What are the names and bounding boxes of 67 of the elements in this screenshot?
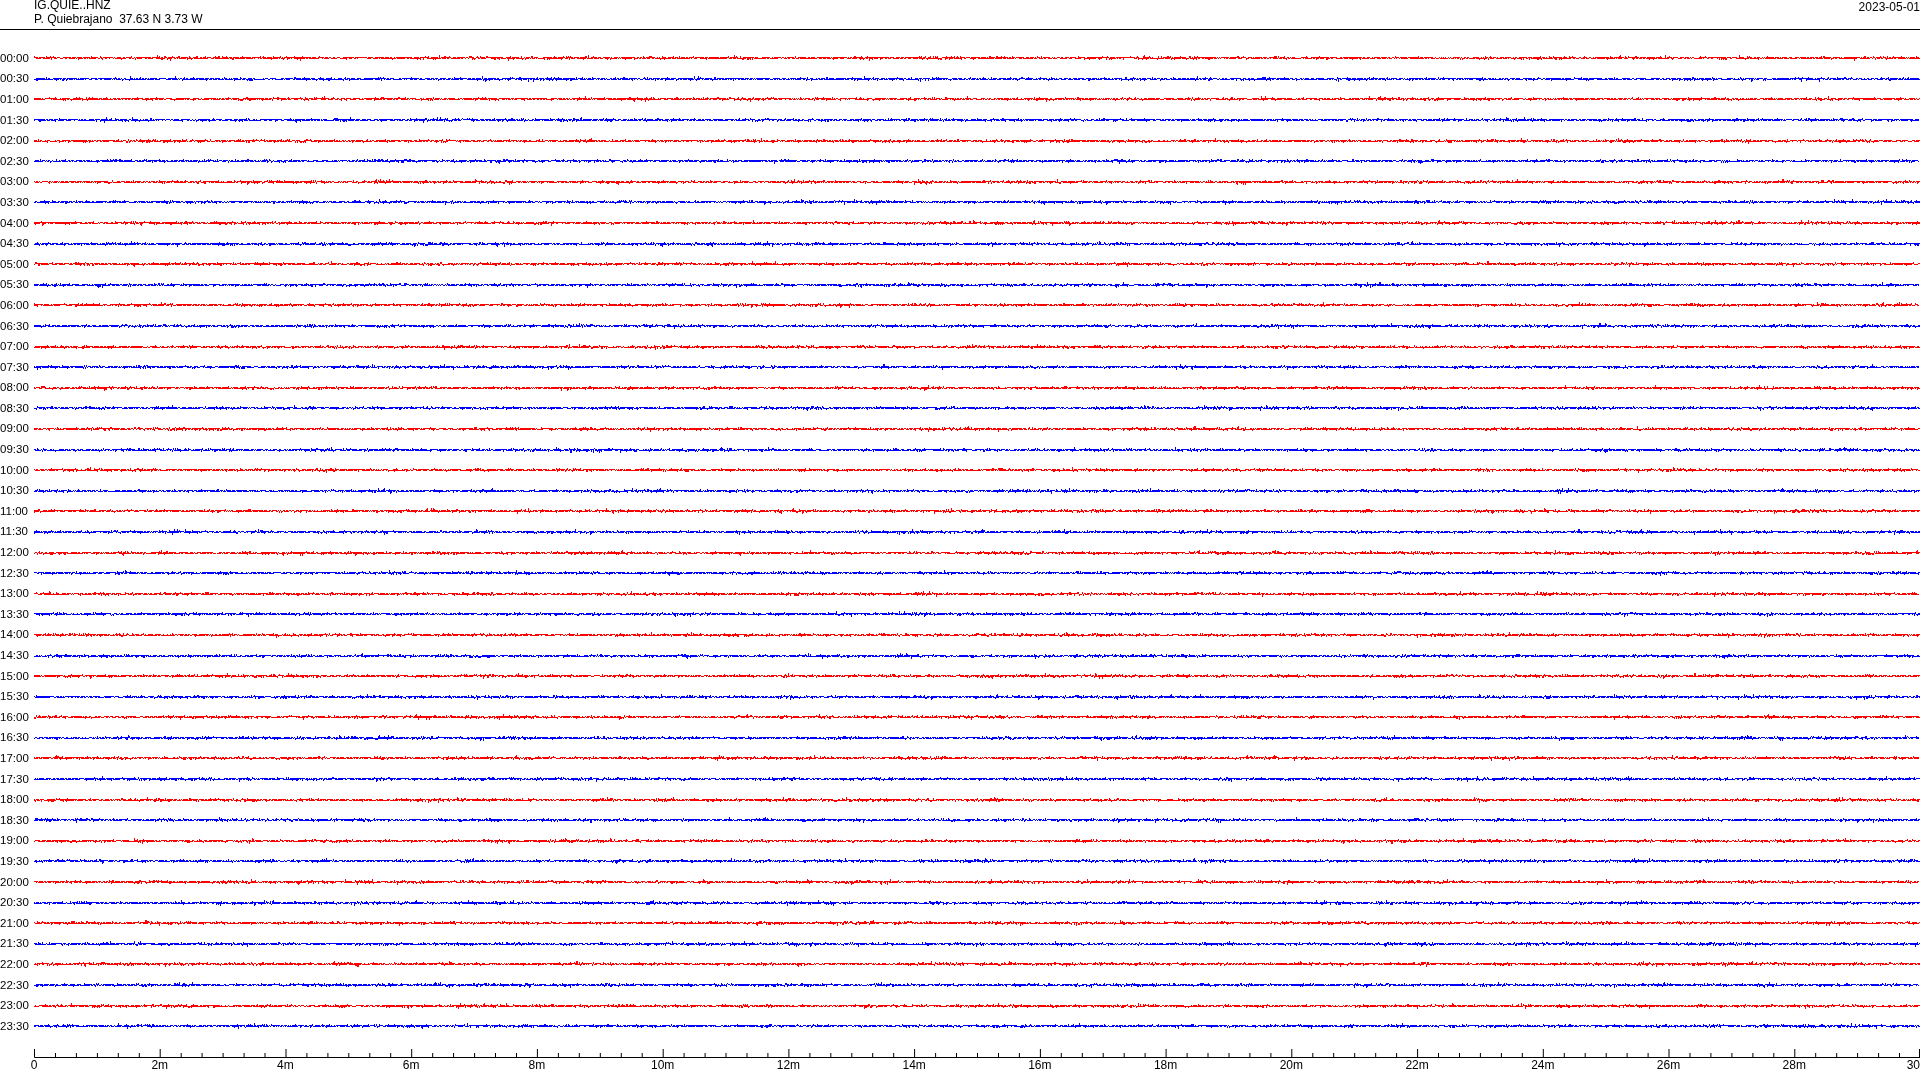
time-label: 21:30 <box>0 937 30 951</box>
axis-label: 8m <box>528 1058 546 1072</box>
axis-label: 6m <box>402 1058 420 1072</box>
time-label: 14:00 <box>0 628 30 642</box>
time-label: 13:00 <box>0 587 30 601</box>
axis-label: 14m <box>902 1058 926 1072</box>
time-label: 00:30 <box>0 72 30 86</box>
time-label: 19:30 <box>0 854 30 868</box>
time-label: 03:00 <box>0 175 30 189</box>
time-label: 15:00 <box>0 669 30 683</box>
time-label: 06:00 <box>0 298 30 312</box>
time-label: 09:00 <box>0 422 30 436</box>
axis-label: 18m <box>1153 1058 1178 1072</box>
time-label: 17:30 <box>0 772 30 786</box>
time-label: 22:30 <box>0 978 30 992</box>
axis-label: 24m <box>1531 1058 1555 1072</box>
axis-label: 30 <box>1906 1058 1920 1072</box>
station-code: IG.QUIE..HNZ <box>34 0 112 12</box>
time-label: 18:00 <box>0 793 30 807</box>
time-label: 00:00 <box>0 51 30 65</box>
time-label: 12:00 <box>0 546 30 560</box>
axis-label: 10m <box>651 1058 675 1072</box>
time-label: 07:00 <box>0 340 30 354</box>
time-label: 11:30 <box>0 525 29 539</box>
time-label: 06:30 <box>0 319 30 333</box>
time-label: 12:30 <box>0 566 30 580</box>
time-label: 01:30 <box>0 113 30 127</box>
axis-label: 12m <box>776 1058 801 1072</box>
axis-label: 28m <box>1782 1058 1806 1072</box>
axis-label: 22m <box>1405 1058 1429 1072</box>
axis-label: 2m <box>151 1058 169 1072</box>
time-label: 07:30 <box>0 360 30 374</box>
time-label: 04:00 <box>0 216 30 230</box>
plot-date: 2023-05-01 <box>1858 0 1920 16</box>
time-label: 10:00 <box>0 463 30 477</box>
time-label: 08:00 <box>0 381 30 395</box>
axis-label: 20m <box>1279 1058 1303 1072</box>
time-label: 01:00 <box>0 93 30 106</box>
time-label: 19:00 <box>0 834 30 848</box>
time-label: 09:30 <box>0 443 30 457</box>
time-label: 15:30 <box>0 690 30 704</box>
time-label: 03:30 <box>0 195 30 209</box>
time-label: 10:30 <box>0 484 30 498</box>
time-label: 11:00 <box>0 504 29 518</box>
axis-label: 16m <box>1028 1058 1052 1072</box>
time-label: 16:00 <box>0 710 30 724</box>
time-label: 22:00 <box>0 957 30 971</box>
axis-label: 0 <box>30 1058 38 1072</box>
time-label: 02:00 <box>0 134 30 148</box>
time-label: 23:30 <box>0 1019 30 1033</box>
time-label: 20:30 <box>0 896 30 910</box>
time-label: 16:30 <box>0 731 30 745</box>
time-label: 04:30 <box>0 237 30 251</box>
station-location: P. Quiebrajano 37.63 N 3.73 W <box>34 12 203 26</box>
time-label: 14:30 <box>0 649 30 662</box>
time-label: 17:00 <box>0 752 30 765</box>
axis-label: 26m <box>1656 1058 1681 1072</box>
time-label: 05:30 <box>0 278 30 292</box>
time-label: 23:00 <box>0 999 30 1013</box>
axis-label: 4m <box>277 1058 294 1072</box>
time-label: 13:30 <box>0 607 30 621</box>
time-label: 08:30 <box>0 401 30 415</box>
time-label: 02:30 <box>0 154 30 168</box>
time-label: 21:00 <box>0 916 30 930</box>
time-label: 20:00 <box>0 875 30 889</box>
time-label: 18:30 <box>0 813 30 827</box>
time-label: 05:00 <box>0 257 30 271</box>
